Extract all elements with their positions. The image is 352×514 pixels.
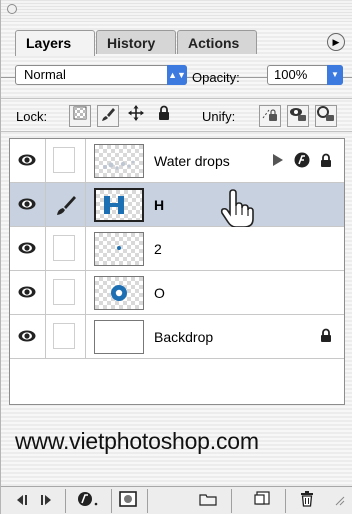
opacity-field[interactable]: 100% ▼ [267,65,343,85]
layer-thumbnail [94,144,144,178]
link-slot [53,323,75,349]
visibility-toggle[interactable] [10,139,46,182]
tab-layers[interactable]: Layers [15,30,95,56]
layer-name: O [154,285,165,301]
link-slot [53,147,75,173]
layer-row-water-drops[interactable]: Water drops [10,139,344,183]
new-layer-icon[interactable] [251,491,273,511]
hand-cursor-icon [220,189,254,228]
layer-thumbnail [94,232,144,266]
tab-history[interactable]: History [96,30,176,54]
toolbar-divider [111,489,112,513]
lock-icon [321,153,331,167]
opacity-value: 100% [274,67,308,82]
unify-visibility-icon[interactable] [287,105,309,127]
panel-bottom-toolbar [1,486,352,514]
layer-row-2[interactable]: 2 [10,227,344,271]
layer-thumbnail [94,320,144,354]
fx-icon [294,152,310,168]
layer-thumbnail [94,188,144,222]
lock-position-move-icon[interactable] [125,105,147,127]
lock-transparency-icon[interactable] [69,105,91,127]
eye-icon[interactable] [18,286,36,298]
trash-icon[interactable] [297,491,317,511]
layer-name: Backdrop [154,329,214,345]
lock-label: Lock: [16,109,48,124]
layers-panel: Layers History Actions ▶ Normal ▲▼ Opaci… [0,0,352,514]
eye-icon[interactable] [18,242,36,254]
tab-bar: Layers History Actions ▶ [1,22,352,78]
opacity-label: Opacity: [192,70,240,85]
resize-grip-icon[interactable] [331,491,347,511]
layer-name: Water drops [154,153,230,169]
unify-style-icon[interactable] [315,105,337,127]
toolbar-divider [147,489,148,513]
chevron-updown-icon[interactable]: ▲▼ [167,65,187,85]
next-frame-icon[interactable] [37,491,55,511]
layer-name: H [154,197,165,213]
visibility-toggle[interactable] [10,183,46,226]
link-cell[interactable] [46,315,86,358]
add-mask-icon[interactable] [115,491,141,511]
lock-unify-row: Lock: Unify: [1,98,352,132]
layer-name: 2 [154,241,162,257]
panel-menu-icon[interactable]: ▶ [327,33,345,51]
visibility-toggle[interactable] [10,227,46,270]
expand-triangle-icon[interactable] [271,152,285,168]
small-dot-graphic [117,246,121,250]
brush-icon [57,196,76,215]
lock-pixels-brush-icon[interactable] [97,105,119,127]
blend-mode-value: Normal [24,67,66,82]
new-set-folder-icon[interactable] [197,491,219,511]
blend-mode-select[interactable]: Normal ▲▼ [15,65,187,85]
link-cell[interactable] [46,227,86,270]
lock-icon [321,328,331,342]
eye-icon[interactable] [18,330,36,342]
toolbar-divider [285,489,286,513]
panel-titlebar [1,0,352,22]
o-letter-graphic [111,285,127,301]
link-slot [53,279,75,305]
eye-icon[interactable] [18,154,36,166]
layer-style-icon[interactable] [75,491,103,511]
water-drops-graphic [103,160,135,170]
link-slot [53,235,75,261]
link-cell[interactable] [46,139,86,182]
layers-list: Water drops H 2 O Backdrop [9,138,345,405]
h-letter-graphic [104,196,124,214]
lock-all-icon[interactable] [153,105,175,127]
toolbar-divider [231,489,232,513]
link-cell[interactable] [46,271,86,314]
eye-icon[interactable] [18,198,36,210]
close-icon[interactable] [7,4,17,14]
layer-badges [320,328,332,346]
chevron-down-icon[interactable]: ▼ [327,65,343,85]
layer-row-backdrop[interactable]: Backdrop [10,315,344,359]
unify-position-icon[interactable] [259,105,281,127]
layer-thumbnail [94,276,144,310]
watermark-text: www.vietphotoshop.com [15,428,259,454]
unify-label: Unify: [202,109,236,124]
tab-actions[interactable]: Actions [177,30,257,54]
visibility-toggle[interactable] [10,271,46,314]
layer-badges [271,152,332,170]
layer-row-h[interactable]: H [10,183,344,228]
toolbar-divider [65,489,66,513]
layer-row-o[interactable]: O [10,271,344,315]
visibility-toggle[interactable] [10,315,46,358]
link-cell[interactable] [46,183,86,226]
previous-frame-icon[interactable] [13,491,31,511]
blend-opacity-row: Normal ▲▼ Opacity: 100% ▼ [1,60,352,90]
